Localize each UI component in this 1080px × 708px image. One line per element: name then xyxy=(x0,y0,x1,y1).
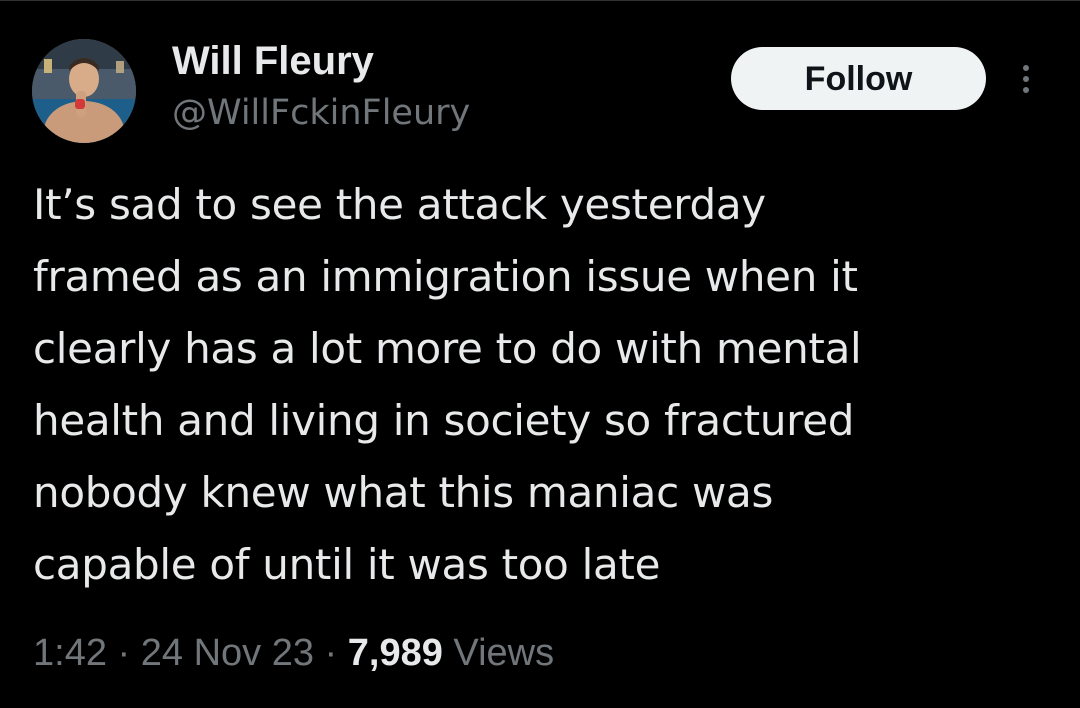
tweet-text-line: capable of until it was too late xyxy=(33,540,661,589)
tweet-metadata: 1:42 · 24 Nov 23 · 7,989 Views xyxy=(33,627,554,679)
views-count[interactable]: 7,989 xyxy=(348,632,443,674)
tweet-text-line: clearly has a lot more to do with mental xyxy=(33,324,862,373)
tweet-text-line: framed as an immigration issue when it xyxy=(33,252,858,301)
meta-separator: · xyxy=(106,632,141,674)
author-display-name[interactable]: Will Fleury xyxy=(172,37,374,85)
tweet-text-line: nobody knew what this maniac was xyxy=(33,468,774,517)
tweet-text-line: health and living in society so fracture… xyxy=(33,396,855,445)
author-avatar[interactable] xyxy=(32,39,136,143)
tweet-text: It’s sad to see the attack yesterday fra… xyxy=(33,169,1043,601)
views-label: Views xyxy=(442,632,555,674)
meta-separator: · xyxy=(313,632,348,674)
author-handle[interactable]: @WillFckinFleury xyxy=(172,91,470,135)
more-options-icon[interactable] xyxy=(1008,57,1044,101)
tweet-time[interactable]: 1:42 xyxy=(33,632,107,674)
fighter-portrait-icon xyxy=(32,39,136,143)
follow-button[interactable]: Follow xyxy=(731,47,986,110)
tweet-date[interactable]: 24 Nov 23 xyxy=(141,632,314,674)
tweet-text-line: It’s sad to see the attack yesterday xyxy=(33,180,766,229)
tweet-card: Will Fleury @WillFckinFleury Follow It’s… xyxy=(0,0,1080,708)
